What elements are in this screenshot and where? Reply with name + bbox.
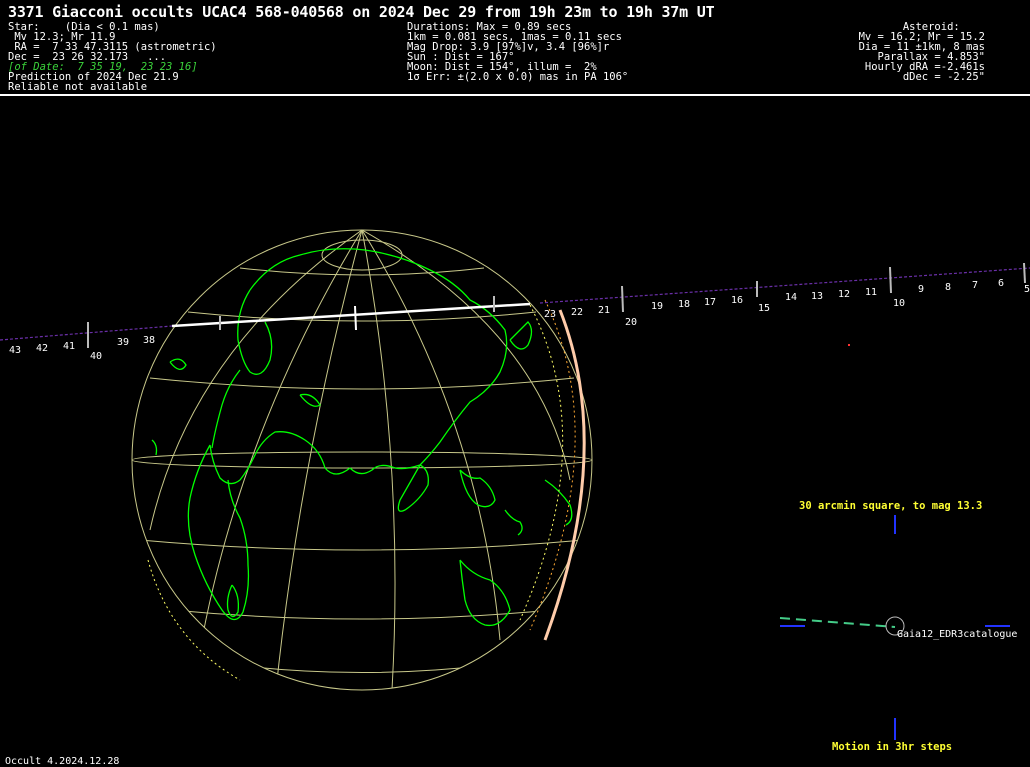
- track-label: 16: [731, 295, 743, 306]
- track-label: 6: [998, 278, 1004, 289]
- track-label: 11: [865, 287, 877, 298]
- track-label: 8: [945, 282, 951, 293]
- track-label: 12: [838, 289, 850, 300]
- track-label: 39: [117, 337, 129, 348]
- track-label: 7: [972, 280, 978, 291]
- track-label: 22: [571, 307, 583, 318]
- track-label: 23: [544, 309, 556, 320]
- track-label: 13: [811, 291, 823, 302]
- motion-label: Motion in 3hr steps: [832, 741, 953, 753]
- globe-limb: [131, 229, 593, 691]
- finder-chart: [779, 515, 1010, 740]
- track-label: 18: [678, 299, 690, 310]
- track-label: 5: [1024, 284, 1030, 295]
- star-marker: [848, 344, 850, 346]
- finder-fov-label: 30 arcmin square, to mag 13.3: [799, 500, 983, 512]
- track-label: 10: [893, 298, 905, 309]
- track-label: 40: [90, 351, 102, 362]
- path-center-tick: [354, 305, 357, 331]
- track-label: 38: [143, 335, 155, 346]
- track-label: 43: [9, 345, 21, 356]
- track-label: 21: [598, 305, 610, 316]
- track-label: 20: [625, 317, 637, 328]
- earth-globe: [131, 229, 593, 691]
- version-label: Occult 4.2024.12.28: [5, 756, 120, 767]
- track-label: 15: [758, 303, 770, 314]
- track-label: 14: [785, 292, 797, 303]
- track-label: 19: [651, 301, 663, 312]
- track-label: 17: [704, 297, 716, 308]
- track-label: 9: [918, 284, 924, 295]
- track-label: 41: [63, 341, 75, 352]
- track-label: 42: [36, 343, 48, 354]
- catalogue-label: Gaia12_EDR3catalogue: [897, 629, 1018, 640]
- occultation-diagram: 43 42 41 40 39 38 23 22 21 20 19 18 17 1…: [0, 229, 1030, 740]
